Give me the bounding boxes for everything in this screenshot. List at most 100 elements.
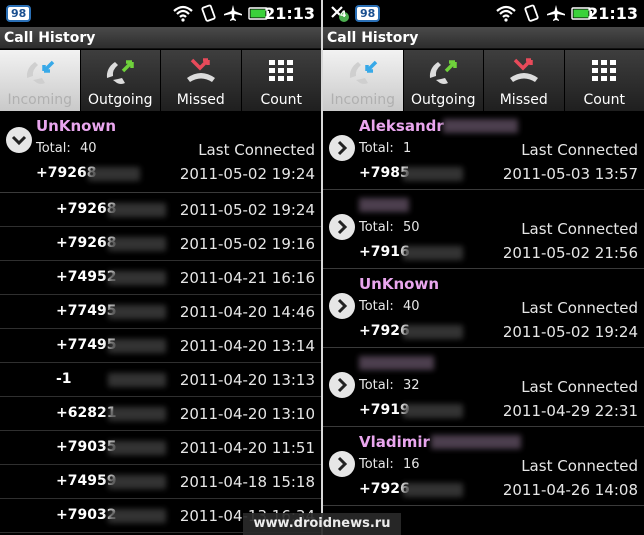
tab-outgoing-label: Outgoing — [88, 92, 153, 108]
call-row[interactable]: +77495 2011-04-20 13:14 — [0, 329, 321, 363]
tab-incoming[interactable]: Incoming — [323, 50, 403, 111]
tab-incoming-label: Incoming — [7, 92, 73, 108]
call-row[interactable]: +79268 2011-05-02 19:16 — [0, 227, 321, 261]
app-title: Call History — [323, 27, 644, 49]
total-value: 50 — [403, 220, 420, 235]
watermark: www.droidnews.ru — [243, 513, 401, 535]
expand-toggle[interactable] — [329, 214, 355, 240]
contact-name: Vladimir — [359, 433, 430, 451]
incoming-call-icon — [26, 60, 54, 84]
wifi-icon — [173, 5, 193, 22]
notification-badge: 98 — [355, 5, 381, 22]
redacted-digits — [403, 404, 463, 418]
redacted-digits — [108, 237, 166, 251]
tab-outgoing[interactable]: Outgoing — [80, 50, 160, 111]
total-label: Total: — [359, 141, 394, 156]
contact-entry[interactable]: UnKnown Total: 40 Last Connected +7926 2… — [323, 269, 644, 348]
missed-call-icon — [186, 58, 215, 82]
contact-entry[interactable]: Total: 32 Last Connected +7919 2011-04-2… — [323, 348, 644, 427]
redacted-digits — [108, 271, 166, 285]
grid-count-icon — [592, 60, 617, 81]
tab-count-label: Count — [583, 92, 626, 108]
tab-missed[interactable]: Missed — [161, 50, 241, 111]
redacted-digits — [403, 483, 463, 497]
total-value: 1 — [403, 141, 412, 156]
call-datetime: 2011-04-20 13:13 — [179, 371, 315, 389]
last-connected-label: Last Connected — [198, 141, 315, 159]
airplane-icon — [547, 5, 565, 21]
tab-incoming-label: Incoming — [330, 92, 396, 108]
call-datetime: 2011-05-03 13:57 — [502, 165, 638, 183]
expand-toggle[interactable] — [329, 135, 355, 161]
call-datetime: 2011-04-26 14:08 — [502, 481, 638, 499]
notification-count: 4 — [340, 10, 347, 20]
call-row[interactable]: +62821 2011-04-20 13:10 — [0, 397, 321, 431]
call-datetime: 2011-04-18 15:18 — [179, 473, 315, 491]
call-row[interactable]: +79035 2011-04-20 11:51 — [0, 431, 321, 465]
call-datetime: 2011-04-21 16:16 — [179, 269, 315, 287]
expand-toggle[interactable] — [6, 127, 32, 153]
chevron-right-icon — [337, 456, 348, 472]
tab-bar: Incoming Outgoing Missed Count — [323, 49, 644, 111]
redacted-digits — [403, 167, 463, 181]
total-label: Total: — [359, 378, 394, 393]
clock: 21:13 — [587, 4, 638, 23]
contact-name: UnKnown — [359, 275, 440, 293]
call-row[interactable]: +74959 2011-04-18 15:18 — [0, 465, 321, 499]
tab-bar: Incoming Outgoing Missed Count — [0, 49, 321, 111]
tab-missed[interactable]: Missed — [484, 50, 564, 111]
outgoing-call-icon — [430, 60, 457, 84]
tab-outgoing-label: Outgoing — [411, 92, 476, 108]
wifi-icon — [496, 5, 516, 22]
tab-outgoing[interactable]: Outgoing — [403, 50, 483, 111]
tab-missed-label: Missed — [499, 92, 548, 108]
grid-count-icon — [269, 60, 294, 81]
tab-count[interactable]: Count — [241, 50, 321, 111]
contact-entry[interactable]: Vladimir Total: 16 Last Connected +7926 … — [323, 427, 644, 506]
chevron-right-icon — [337, 298, 348, 314]
call-row[interactable]: -1 2011-04-20 13:13 — [0, 363, 321, 397]
chevron-right-icon — [337, 377, 348, 393]
contact-entry[interactable]: Aleksandr Total: 1 Last Connected +7985 … — [323, 111, 644, 190]
redacted-digits — [403, 325, 463, 339]
expand-toggle[interactable] — [329, 293, 355, 319]
tab-count[interactable]: Count — [564, 50, 644, 111]
contact-name: UnKnown — [36, 117, 117, 135]
call-row[interactable]: +74952 2011-04-21 16:16 — [0, 261, 321, 295]
call-list: UnKnown Total: 40 Last Connected +79268 … — [0, 111, 321, 533]
expand-toggle[interactable] — [329, 372, 355, 398]
incoming-call-icon — [349, 60, 377, 84]
contact-name: Aleksandr — [359, 117, 444, 135]
redacted-name — [443, 119, 518, 133]
total-label: Total: — [359, 220, 394, 235]
status-bar: 4 98 21:13 — [323, 0, 644, 27]
airplane-icon — [224, 5, 242, 21]
expand-toggle[interactable] — [329, 451, 355, 477]
contact-entry[interactable]: UnKnown Total: 40 Last Connected +79268 … — [0, 111, 321, 193]
total-label: Total: — [359, 457, 394, 472]
phone-number: -1 — [56, 371, 72, 387]
contact-entry[interactable]: Total: 50 Last Connected +7916 2011-05-0… — [323, 190, 644, 269]
call-row[interactable]: +79268 2011-05-02 19:24 — [0, 193, 321, 227]
rotate-icon — [201, 4, 216, 22]
call-datetime: 2011-04-20 13:14 — [179, 337, 315, 355]
redacted-name — [431, 435, 521, 449]
last-connected-label: Last Connected — [521, 220, 638, 238]
redacted-digits — [403, 246, 463, 260]
rotate-icon — [524, 4, 539, 22]
total-label: Total: — [36, 141, 71, 156]
call-row[interactable]: +77495 2011-04-20 14:46 — [0, 295, 321, 329]
missed-call-icon — [509, 58, 538, 82]
redacted-digits — [108, 203, 166, 217]
notification-badge: 98 — [6, 5, 32, 22]
chevron-right-icon — [337, 140, 348, 156]
tab-incoming[interactable]: Incoming — [0, 50, 80, 111]
total-value: 40 — [403, 299, 420, 314]
left-screen: 98 21:13 Call History Incoming Outgoing … — [0, 0, 321, 535]
call-datetime: 2011-05-02 19:24 — [502, 323, 638, 341]
redacted-digits — [108, 407, 166, 421]
tab-count-label: Count — [260, 92, 303, 108]
clock: 21:13 — [264, 4, 315, 23]
last-connected-label: Last Connected — [521, 141, 638, 159]
total-value: 40 — [80, 141, 97, 156]
